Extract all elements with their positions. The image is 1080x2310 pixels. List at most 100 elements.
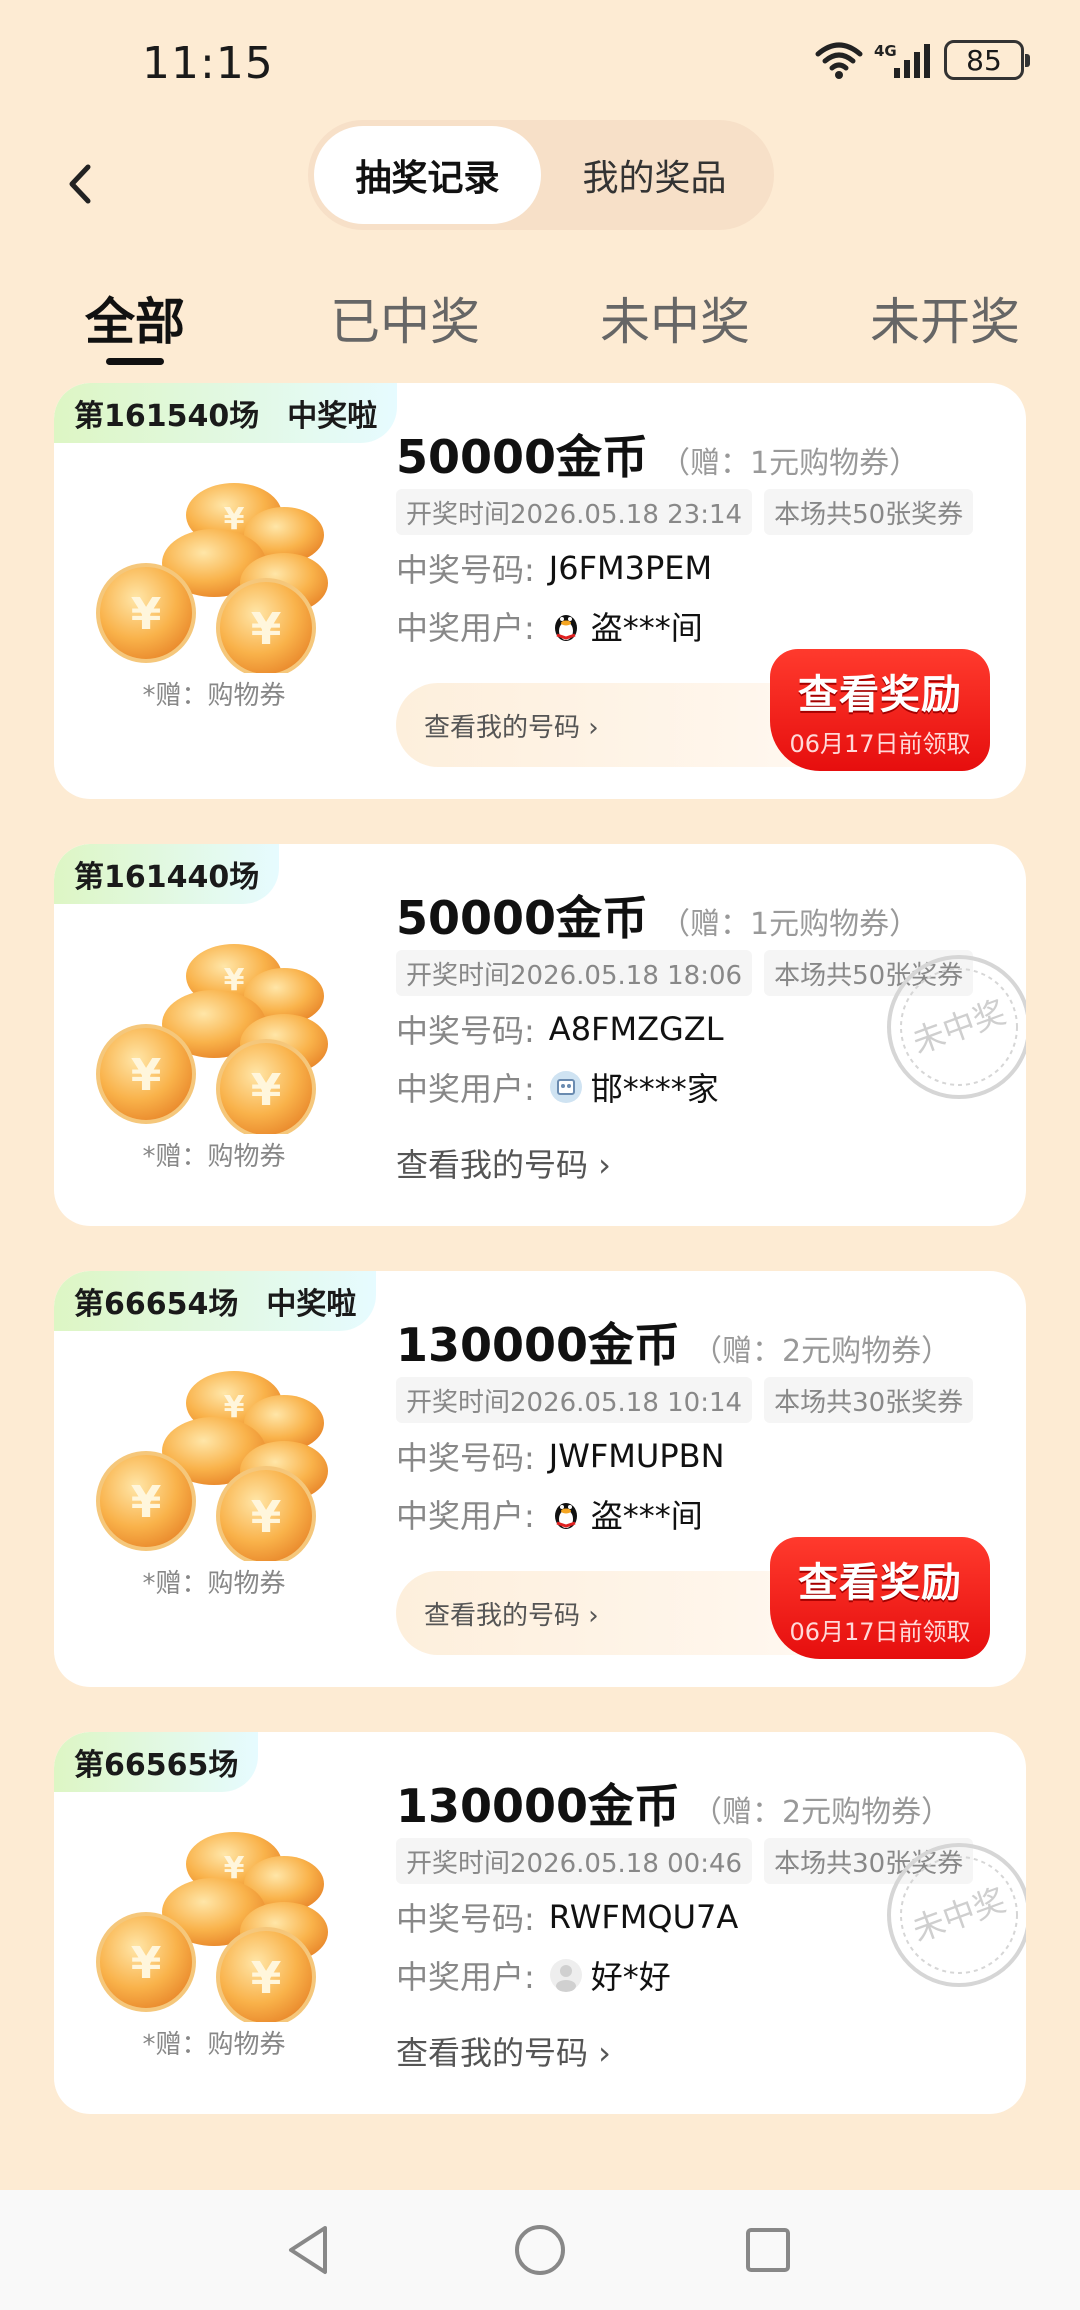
meta-row: 开奖时间2026.05.18 10:14 本场共30张奖券 <box>396 1377 974 1423</box>
record-card[interactable]: 第161440场 ¥ ¥ ¥ *赠：购物券 50000金币 （赠：1元购物券） … <box>54 844 1026 1226</box>
svg-text:¥: ¥ <box>131 589 162 640</box>
view-my-code-link[interactable]: 查看我的号码 › <box>396 2028 611 2074</box>
tab-not-won[interactable]: 未中奖 <box>575 282 775 354</box>
tab-underline <box>106 358 164 365</box>
view-reward-button[interactable]: 查看奖励 06月17日前领取 <box>770 649 990 771</box>
chevron-left-icon <box>69 164 91 204</box>
not-won-stamp-icon: 未中奖 <box>887 1843 1026 1987</box>
winning-code-label: 中奖号码: <box>396 1900 535 1938</box>
winner-name: 盗***间 <box>590 609 703 647</box>
system-back-button[interactable] <box>268 2210 348 2290</box>
record-card[interactable]: 第161540场 中奖啦 ¥ ¥ ¥ *赠：购物券 50000金币 （赠：1元购… <box>54 383 1026 799</box>
prize-amount: 50000金币 <box>396 430 649 484</box>
signal-icon: 4G <box>874 42 930 78</box>
svg-text:¥: ¥ <box>224 502 245 537</box>
record-card[interactable]: 第66565场 ¥ ¥ ¥ *赠：购物券 130000金币 （赠：2元购物券） … <box>54 1732 1026 2114</box>
round-tag: 第161440场 <box>54 844 280 904</box>
prize-caption: *赠：购物券 <box>142 2030 286 2060</box>
svg-text:¥: ¥ <box>224 963 245 998</box>
home-circle-icon <box>515 2225 565 2275</box>
prize-amount: 130000金币 <box>396 1779 681 1833</box>
svg-text:¥: ¥ <box>251 1492 282 1543</box>
prize-title: 130000金币 （赠：2元购物券） <box>396 1770 951 1836</box>
winning-code: RWFMQU7A <box>548 1898 739 1936</box>
ticket-count: 本场共50张奖券 <box>764 489 974 535</box>
reward-title: 查看奖励 <box>798 671 962 718</box>
tab-won[interactable]: 已中奖 <box>305 282 505 354</box>
winner-name: 邯****家 <box>590 1070 719 1108</box>
record-card[interactable]: 第66654场 中奖啦 ¥ ¥ ¥ *赠：购物券 130000金币 （赠：2元购… <box>54 1271 1026 1687</box>
winner-label: 中奖用户: <box>396 1497 535 1535</box>
stamp-text: 未中奖 <box>907 993 1010 1062</box>
draw-time: 开奖时间2026.05.18 23:14 <box>396 489 753 535</box>
ticket-count: 本场共30张奖券 <box>764 1377 974 1423</box>
svg-text:¥: ¥ <box>131 1477 162 1528</box>
coins-icon: ¥ ¥ ¥ <box>96 483 328 673</box>
round-tag: 第66565场 <box>54 1732 259 1792</box>
winning-code: J6FM3PEM <box>548 549 713 587</box>
prize-gift: （赠：2元购物券） <box>692 1795 952 1830</box>
winning-code-row: 中奖号码: J6FM3PEM <box>396 545 712 591</box>
not-won-stamp-icon: 未中奖 <box>887 955 1026 1099</box>
prize-caption: *赠：购物券 <box>142 681 286 711</box>
round-number: 第66654场 <box>74 1287 239 1322</box>
tab-all[interactable]: 全部 <box>35 282 235 354</box>
back-triangle-icon <box>289 2226 327 2274</box>
winning-code-row: 中奖号码: JWFMUPBN <box>396 1433 725 1479</box>
prize-amount: 50000金币 <box>396 891 649 945</box>
winning-code: A8FMZGZL <box>548 1010 724 1048</box>
winner-name: 盗***间 <box>590 1497 703 1535</box>
segment-my-prizes[interactable]: 我的奖品 <box>541 126 768 224</box>
winning-code: JWFMUPBN <box>548 1437 725 1475</box>
round-number: 第161540场 <box>74 399 260 434</box>
prize-title: 50000金币 （赠：1元购物券） <box>396 882 919 948</box>
view-my-code-link[interactable]: 查看我的号码 › <box>396 1140 611 1186</box>
prize-gift: （赠：2元购物券） <box>692 1334 952 1369</box>
prize-title: 130000金币 （赠：2元购物券） <box>396 1309 951 1375</box>
coins-icon: ¥ ¥ ¥ <box>96 1371 328 1561</box>
stamp-text: 未中奖 <box>907 1881 1010 1950</box>
draw-time: 开奖时间2026.05.18 18:06 <box>396 950 753 996</box>
wifi-icon <box>815 42 863 79</box>
win-badge: 中奖啦 <box>266 1287 357 1322</box>
reward-deadline: 06月17日前领取 <box>789 729 971 758</box>
round-number: 第161440场 <box>74 860 260 895</box>
round-tag: 第161540场 中奖啦 <box>54 383 398 443</box>
winning-code-label: 中奖号码: <box>396 1439 535 1477</box>
winning-code-label: 中奖号码: <box>396 551 535 589</box>
status-time: 11:15 <box>142 38 274 89</box>
winner-name: 好*好 <box>590 1958 671 1996</box>
winner-row: 中奖用户: 好*好 <box>396 1952 671 1998</box>
reward-deadline: 06月17日前领取 <box>789 1617 971 1646</box>
system-recents-button[interactable] <box>728 2210 808 2290</box>
winner-row: 中奖用户: 盗***间 <box>396 1491 703 1537</box>
prize-caption: *赠：购物券 <box>142 1569 286 1599</box>
round-number: 第66565场 <box>74 1748 239 1783</box>
recents-square-icon <box>746 2228 790 2272</box>
svg-text:¥: ¥ <box>251 604 282 655</box>
tab-not-drawn[interactable]: 未开奖 <box>845 282 1045 354</box>
avatar-icon <box>549 1071 582 1103</box>
status-bar: 11:15 4G 85 <box>0 0 1080 120</box>
view-reward-button[interactable]: 查看奖励 06月17日前领取 <box>770 1537 990 1659</box>
winner-label: 中奖用户: <box>396 1958 535 1996</box>
svg-text:¥: ¥ <box>224 1390 245 1425</box>
coins-icon: ¥ ¥ ¥ <box>96 1832 328 2022</box>
battery-indicator: 85 <box>944 40 1030 80</box>
prize-gift: （赠：1元购物券） <box>660 446 920 481</box>
penguin-icon <box>554 615 577 641</box>
default-avatar-icon <box>549 1959 582 1992</box>
draw-time: 开奖时间2026.05.18 10:14 <box>396 1377 753 1423</box>
svg-text:¥: ¥ <box>131 1050 162 1101</box>
segment-draw-records[interactable]: 抽奖记录 <box>314 126 541 224</box>
winner-label: 中奖用户: <box>396 609 535 647</box>
system-home-button[interactable] <box>500 2210 580 2290</box>
segment-control: 抽奖记录 我的奖品 <box>308 120 774 230</box>
prize-gift: （赠：1元购物券） <box>660 907 920 942</box>
svg-text:4G: 4G <box>874 42 897 60</box>
svg-text:¥: ¥ <box>251 1065 282 1116</box>
reward-title: 查看奖励 <box>798 1559 962 1606</box>
back-button[interactable] <box>40 144 120 224</box>
penguin-icon <box>554 1503 577 1529</box>
svg-text:¥: ¥ <box>224 1851 245 1886</box>
